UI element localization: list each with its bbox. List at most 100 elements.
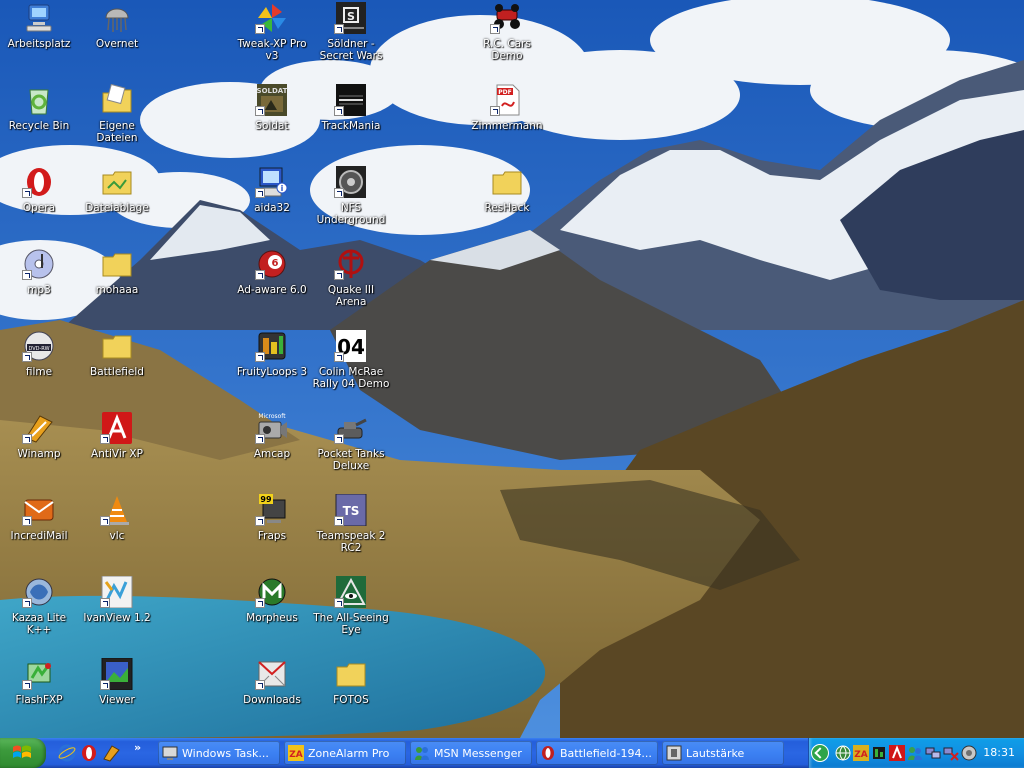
pocket-tanks-icon xyxy=(334,412,368,444)
tray-antivir-icon[interactable] xyxy=(889,745,905,761)
desktop-icon-filme[interactable]: DVD-RW filme xyxy=(0,330,78,378)
start-button[interactable] xyxy=(0,738,46,768)
taskbar-button-msn-messenger[interactable]: MSN Messenger xyxy=(410,741,532,765)
desktop-icon-battlefield[interactable]: Battlefield xyxy=(78,330,156,378)
folder-icon xyxy=(100,248,134,280)
my-computer-icon xyxy=(22,2,56,34)
desktop-icon-trackmania[interactable]: TrackMania xyxy=(312,84,390,132)
dvd-rw-icon: DVD-RW xyxy=(22,330,56,362)
all-seeing-eye-icon xyxy=(334,576,368,608)
desktop-icon-opera[interactable]: Opera xyxy=(0,166,78,214)
desktop-icon-downloads[interactable]: Downloads xyxy=(233,658,311,706)
desktop-icon-viewer[interactable]: Viewer xyxy=(78,658,156,706)
fraps-icon: 99 xyxy=(255,494,289,526)
taskbar-button-label: Lautstärke xyxy=(686,746,745,760)
tray-zonealarm-icon[interactable]: ZA xyxy=(853,745,869,761)
desktop-icon-ivanview[interactable]: IvanView 1.2 xyxy=(78,576,156,624)
vlc-cone-icon xyxy=(100,494,134,526)
pinwheel-icon xyxy=(255,2,289,34)
zonealarm-icon: ZA xyxy=(288,745,304,761)
desktop-icon-label: TrackMania xyxy=(321,120,381,132)
tray-globe-icon[interactable] xyxy=(835,745,851,761)
desktop-icon-label: R.C. Cars Demo xyxy=(483,38,531,62)
fruityloops-icon xyxy=(255,330,289,362)
desktop-icon-label: Fraps xyxy=(257,530,287,542)
desktop-icon-fotos[interactable]: FOTOS xyxy=(312,658,390,706)
desktop-icon-ad-aware[interactable]: 6 Ad-aware 6.0 xyxy=(233,248,311,296)
desktop-icon-morpheus[interactable]: Morpheus xyxy=(233,576,311,624)
desktop-icon-label: Downloads xyxy=(243,694,301,706)
desktop-icon-teamspeak[interactable]: TS Teamspeak 2 RC2 xyxy=(312,494,390,554)
winamp-icon[interactable] xyxy=(102,744,120,762)
tray-msn-icon[interactable] xyxy=(907,745,923,761)
desktop-icon-soeldner[interactable]: S Söldner - Secret Wars xyxy=(312,2,390,62)
desktop-icon-arbeitsplatz[interactable]: Arbeitsplatz xyxy=(0,2,78,50)
desktop-icon-winamp[interactable]: Winamp xyxy=(0,412,78,460)
quake-icon xyxy=(334,248,368,280)
rc-car-icon xyxy=(490,2,524,34)
battlefield-icon xyxy=(542,746,554,760)
desktop-icon-all-seeing-eye[interactable]: The All-Seeing Eye xyxy=(312,576,390,636)
tray-meter-icon[interactable] xyxy=(871,745,887,761)
desktop-icon-aida32[interactable]: i aida32 xyxy=(233,166,311,214)
desktop-icon-amcap[interactable]: Microsoft Amcap xyxy=(233,412,311,460)
desktop-icon-incredimail[interactable]: IncrediMail xyxy=(0,494,78,542)
taskbar-button-battlefield[interactable]: Battlefield-194... xyxy=(536,741,658,765)
desktop-icon-label: Battlefield xyxy=(90,366,144,378)
teamspeak-icon: TS xyxy=(334,494,368,526)
soeldner-logo-icon: S xyxy=(334,2,368,34)
desktop-icon-vlc[interactable]: vlc xyxy=(78,494,156,542)
desktop-icon-tweak-xp-pro[interactable]: Tweak-XP Pro v3 xyxy=(233,2,311,62)
desktop-icon-recycle-bin[interactable]: Recycle Bin xyxy=(0,84,78,132)
desktop-icon-dateiablage[interactable]: Dateiablage xyxy=(78,166,156,214)
desktop-icon-pocket-tanks[interactable]: Pocket Tanks Deluxe xyxy=(312,412,390,472)
tray-network-error-icon[interactable] xyxy=(943,745,959,761)
downloads-icon xyxy=(255,658,289,690)
flashfxp-icon xyxy=(22,658,56,690)
desktop-icon-kazaa-lite[interactable]: Kazaa Lite K++ xyxy=(0,576,78,636)
nfs-icon xyxy=(334,166,368,198)
desktop-icon-reshack[interactable]: ResHack xyxy=(468,166,546,214)
desktop-icon-fruityloops[interactable]: FruityLoops 3 xyxy=(233,330,311,378)
desktop-icon-label: NFS Underground xyxy=(316,202,386,226)
desktop-icon-zimmermann[interactable]: PDF Zimmermann xyxy=(468,84,546,132)
taskbar-button-lautstaerke[interactable]: Lautstärke xyxy=(662,741,784,765)
svg-text:ZA: ZA xyxy=(289,750,303,760)
desktop-icon-flashfxp[interactable]: FlashFXP xyxy=(0,658,78,706)
desktop-icon-antivir[interactable]: AntiVir XP xyxy=(78,412,156,460)
desktop-icon-soldat[interactable]: SOLDAT Soldat xyxy=(233,84,311,132)
taskbar-button-label: MSN Messenger xyxy=(434,746,522,760)
tray-expand-button[interactable] xyxy=(811,744,829,762)
desktop-icon-label: Ad-aware 6.0 xyxy=(237,284,307,296)
folder-icon xyxy=(100,330,134,362)
desktop-icon-rc-cars[interactable]: R.C. Cars Demo xyxy=(468,2,546,62)
desktop-icon-fraps[interactable]: 99 Fraps xyxy=(233,494,311,542)
tray-update-icon[interactable] xyxy=(961,745,977,761)
taskbar-button-task-manager[interactable]: Windows Task... xyxy=(158,741,280,765)
desktop-icon-overnet[interactable]: Overnet xyxy=(78,2,156,50)
desktop-icon-label: Söldner - Secret Wars xyxy=(319,38,383,62)
volume-icon xyxy=(666,745,682,761)
desktop-icon-label: Soldat xyxy=(255,120,289,132)
desktop-icon-colin-mcrae[interactable]: 04 Colin McRae Rally 04 Demo xyxy=(312,330,390,390)
opera-icon[interactable] xyxy=(80,744,98,762)
clock[interactable]: 18:31 xyxy=(983,746,1015,759)
ie-icon[interactable] xyxy=(58,744,76,762)
desktop-icon-label: IvanView 1.2 xyxy=(83,612,151,624)
quick-launch-more-button[interactable]: » xyxy=(134,741,141,754)
desktop-icon-nfs-underground[interactable]: NFS Underground xyxy=(312,166,390,226)
tray-network-icon[interactable] xyxy=(925,745,941,761)
my-documents-folder-icon xyxy=(100,84,134,116)
svg-text:i: i xyxy=(281,184,284,193)
desktop-icon-eigene-dateien[interactable]: Eigene Dateien xyxy=(78,84,156,144)
desktop-icon-label: Winamp xyxy=(17,448,61,460)
kazaa-icon xyxy=(22,576,56,608)
desktop-icon-label: Recycle Bin xyxy=(8,120,70,132)
shared-folder-icon xyxy=(100,166,134,198)
task-manager-icon xyxy=(162,746,178,760)
desktop-icon-quake-3[interactable]: Quake III Arena xyxy=(312,248,390,308)
taskbar-button-zonealarm[interactable]: ZA ZoneAlarm Pro xyxy=(284,741,406,765)
desktop-icon-label: filme xyxy=(25,366,53,378)
desktop-icon-mp3[interactable]: mp3 xyxy=(0,248,78,296)
desktop-icon-mohaaa[interactable]: mohaaa xyxy=(78,248,156,296)
